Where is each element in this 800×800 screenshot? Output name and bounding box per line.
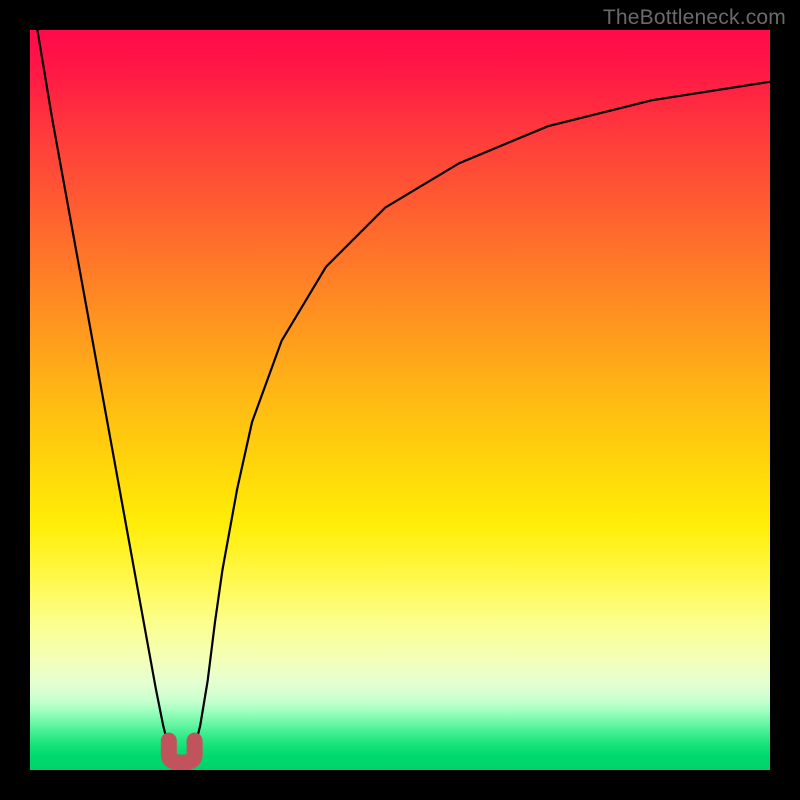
plot-area	[30, 30, 770, 770]
watermark-text: TheBottleneck.com	[603, 6, 786, 30]
heatmap-gradient	[30, 30, 770, 770]
chart-frame: TheBottleneck.com	[0, 0, 800, 800]
